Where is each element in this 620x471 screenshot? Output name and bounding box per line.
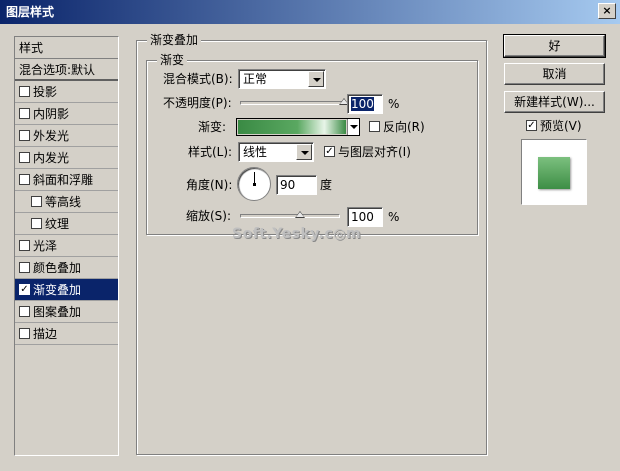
checkbox-icon[interactable] bbox=[19, 328, 30, 339]
style-preview bbox=[521, 139, 587, 205]
sidebar-item[interactable]: 内阴影 bbox=[15, 103, 118, 125]
sidebar-item-label: 渐变叠加 bbox=[33, 283, 82, 297]
sidebar-item[interactable]: 内发光 bbox=[15, 147, 118, 169]
angle-dial[interactable] bbox=[237, 167, 271, 201]
checkbox-icon[interactable] bbox=[19, 108, 30, 119]
opacity-input[interactable]: 100 bbox=[347, 94, 383, 114]
angle-input[interactable]: 90 bbox=[276, 175, 317, 195]
gradient-swatch[interactable] bbox=[238, 120, 346, 134]
styles-header[interactable]: 样式 bbox=[15, 37, 118, 59]
angle-dial-center bbox=[253, 183, 256, 186]
style-value: 线性 bbox=[243, 145, 268, 159]
sidebar-item[interactable]: 渐变叠加 bbox=[15, 279, 118, 301]
gradient-picker[interactable] bbox=[236, 118, 360, 136]
align-label: 与图层对齐(I) bbox=[338, 145, 411, 159]
new-style-button[interactable]: 新建样式(W)... bbox=[504, 91, 605, 113]
checkbox-icon[interactable] bbox=[19, 306, 30, 317]
sidebar-item[interactable]: 颜色叠加 bbox=[15, 257, 118, 279]
sidebar-item[interactable]: 斜面和浮雕 bbox=[15, 169, 118, 191]
close-button[interactable]: × bbox=[598, 3, 616, 19]
scale-unit: % bbox=[388, 210, 400, 224]
blend-mode-select[interactable]: 正常 bbox=[238, 69, 326, 89]
chevron-down-icon[interactable] bbox=[347, 119, 359, 135]
angle-unit: 度 bbox=[320, 178, 333, 192]
sidebar-item[interactable]: 光泽 bbox=[15, 235, 118, 257]
scale-slider[interactable] bbox=[240, 214, 340, 218]
sidebar-item-label: 描边 bbox=[33, 327, 58, 341]
reverse-label: 反向(R) bbox=[383, 120, 425, 134]
sidebar-item-label: 斜面和浮雕 bbox=[33, 173, 94, 187]
sidebar-item-label: 外发光 bbox=[33, 129, 70, 143]
blend-options-item[interactable]: 混合选项:默认 bbox=[15, 59, 118, 81]
align-with-layer-checkbox[interactable]: 与图层对齐(I) bbox=[324, 144, 411, 160]
checkbox-icon[interactable] bbox=[19, 174, 30, 185]
gradient-subgroup-title: 渐变 bbox=[157, 53, 188, 67]
sidebar-item[interactable]: 投影 bbox=[15, 81, 118, 103]
sidebar-item[interactable]: 图案叠加 bbox=[15, 301, 118, 323]
scale-label: 缩放(S): bbox=[186, 209, 232, 223]
checkbox-icon[interactable] bbox=[19, 284, 30, 295]
preview-label: 预览(V) bbox=[540, 119, 582, 133]
checkbox-icon[interactable] bbox=[19, 130, 30, 141]
preview-swatch bbox=[538, 157, 570, 189]
reverse-checkbox[interactable]: 反向(R) bbox=[369, 119, 425, 135]
style-select[interactable]: 线性 bbox=[238, 142, 314, 162]
close-icon: × bbox=[602, 4, 612, 17]
opacity-label: 不透明度(P): bbox=[163, 96, 232, 110]
gradient-label: 渐变: bbox=[198, 120, 227, 134]
styles-list: 样式 混合选项:默认 投影内阴影外发光内发光斜面和浮雕等高线纹理光泽颜色叠加渐变… bbox=[14, 36, 119, 456]
sidebar-item[interactable]: 纹理 bbox=[15, 213, 118, 235]
angle-label: 角度(N): bbox=[186, 178, 233, 192]
scale-slider-thumb[interactable] bbox=[295, 211, 305, 218]
preview-checkbox[interactable]: 预览(V) bbox=[526, 118, 582, 134]
angle-value: 90 bbox=[280, 178, 296, 192]
blend-mode-value: 正常 bbox=[243, 72, 268, 86]
watermark-text: Soft.Yesky.c◎m bbox=[232, 226, 362, 242]
sidebar-item-label: 光泽 bbox=[33, 239, 58, 253]
checkbox-icon[interactable] bbox=[31, 196, 42, 207]
window-title: 图层样式 bbox=[6, 5, 55, 19]
checkbox-icon[interactable] bbox=[19, 86, 30, 97]
chevron-down-icon[interactable] bbox=[296, 144, 312, 160]
opacity-unit: % bbox=[388, 97, 400, 111]
checkbox-icon[interactable] bbox=[19, 262, 30, 273]
scale-value: 100 bbox=[351, 210, 374, 224]
sidebar-item[interactable]: 外发光 bbox=[15, 125, 118, 147]
style-label: 样式(L): bbox=[188, 145, 233, 159]
checkbox-icon[interactable] bbox=[19, 240, 30, 251]
checkbox-icon[interactable] bbox=[324, 146, 335, 157]
sidebar-item-label: 图案叠加 bbox=[33, 305, 82, 319]
gradient-overlay-title: 渐变叠加 bbox=[147, 33, 202, 47]
scale-input[interactable]: 100 bbox=[347, 207, 383, 227]
chevron-down-icon[interactable] bbox=[308, 71, 324, 87]
sidebar-item-label: 颜色叠加 bbox=[33, 261, 82, 275]
sidebar-item[interactable]: 描边 bbox=[15, 323, 118, 345]
cancel-button[interactable]: 取消 bbox=[504, 63, 605, 85]
opacity-value: 100 bbox=[351, 97, 374, 111]
checkbox-icon[interactable] bbox=[31, 218, 42, 229]
sidebar-item-label: 内发光 bbox=[33, 151, 70, 165]
blend-mode-label: 混合模式(B): bbox=[163, 72, 233, 86]
opacity-slider[interactable] bbox=[240, 101, 344, 105]
ok-button[interactable]: 好 bbox=[503, 34, 606, 58]
checkbox-icon[interactable] bbox=[19, 152, 30, 163]
sidebar-item-label: 纹理 bbox=[45, 217, 70, 231]
sidebar-item-label: 等高线 bbox=[45, 195, 82, 209]
sidebar-item-label: 投影 bbox=[33, 85, 58, 99]
checkbox-icon[interactable] bbox=[369, 121, 380, 132]
window-titlebar[interactable]: 图层样式 × bbox=[0, 0, 620, 24]
sidebar-item[interactable]: 等高线 bbox=[15, 191, 118, 213]
checkbox-icon[interactable] bbox=[526, 120, 537, 131]
sidebar-item-label: 内阴影 bbox=[33, 107, 70, 121]
